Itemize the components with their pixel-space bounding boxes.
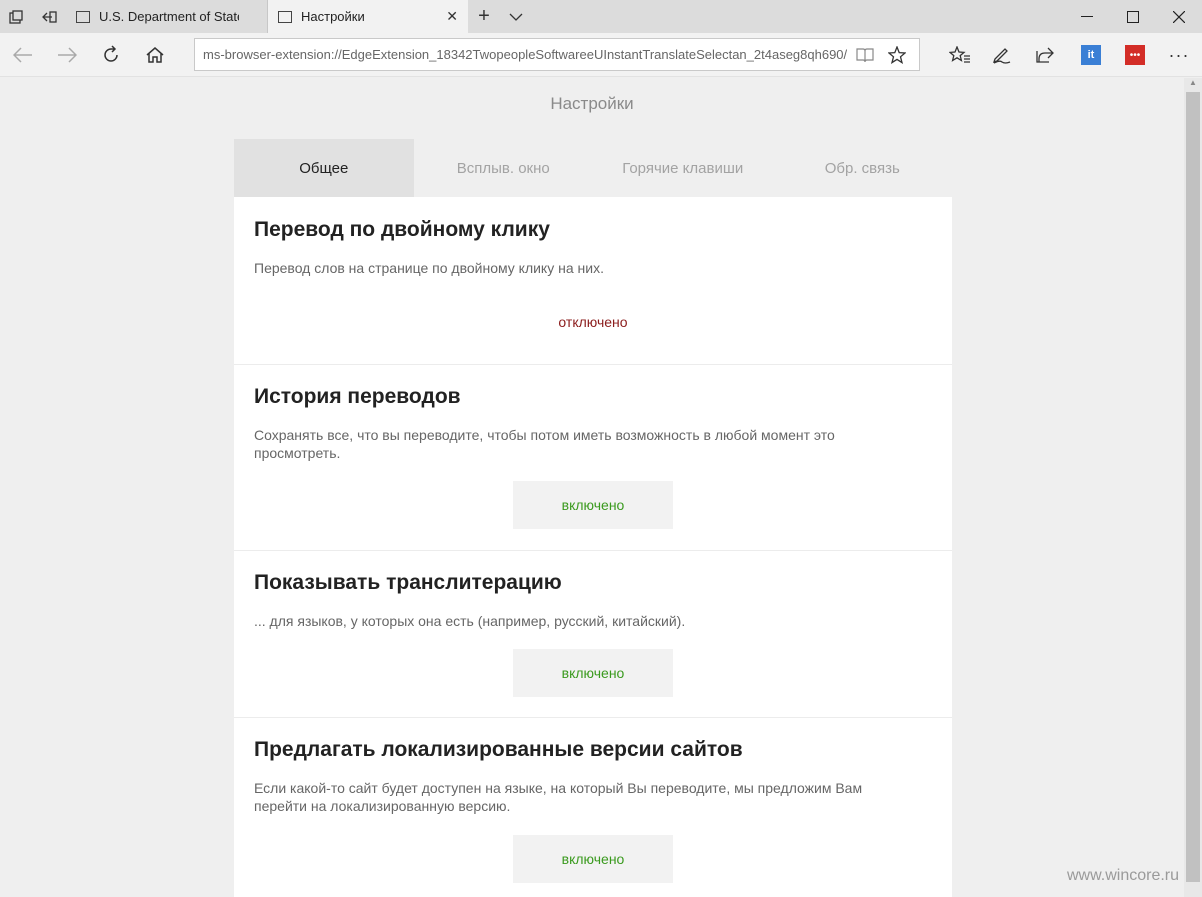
- setting-translation-history: История переводов Сохранять все, что вы …: [234, 365, 952, 551]
- more-ellipsis-icon[interactable]: ···: [1162, 38, 1196, 72]
- web-notes-pen-icon[interactable]: [985, 38, 1019, 72]
- forward-arrow-icon[interactable]: [50, 38, 84, 72]
- home-icon[interactable]: [138, 38, 172, 72]
- new-tab-icon[interactable]: +: [468, 0, 500, 33]
- tab-manager-icon[interactable]: [0, 0, 32, 33]
- setting-description: Если какой-то сайт будет доступен на язы…: [254, 780, 863, 814]
- share-icon[interactable]: [1028, 38, 1062, 72]
- browser-tab-state-department[interactable]: U.S. Department of State | H: [66, 0, 268, 33]
- tab-popup[interactable]: Всплыв. окно: [414, 139, 594, 197]
- watermark: www.wincore.ru: [1067, 867, 1180, 884]
- maximize-button[interactable]: [1110, 0, 1156, 33]
- tab-preview-chevron-icon[interactable]: [500, 0, 532, 33]
- lastpass-extension-icon[interactable]: •••: [1118, 38, 1152, 72]
- minimize-button[interactable]: [1064, 0, 1110, 33]
- back-arrow-icon[interactable]: [6, 38, 40, 72]
- scrollbar-thumb[interactable]: [1186, 92, 1200, 882]
- settings-panel: Перевод по двойному клику Перевод слов н…: [234, 197, 952, 897]
- set-aside-tabs-icon[interactable]: [33, 0, 65, 33]
- settings-tabs: Общее Всплыв. окно Горячие клавиши Обр. …: [234, 139, 952, 197]
- page-icon: [76, 10, 90, 23]
- double-click-toggle[interactable]: отключено: [513, 298, 673, 346]
- reading-view-icon[interactable]: [852, 43, 878, 67]
- address-url: ms-browser-extension://EdgeExtension_183…: [203, 47, 847, 62]
- refresh-icon[interactable]: [94, 38, 128, 72]
- browser-tab-settings[interactable]: Настройки ✕: [268, 0, 468, 33]
- tab-general[interactable]: Общее: [234, 139, 414, 197]
- star-icon[interactable]: [884, 43, 910, 67]
- setting-description: Перевод слов на странице по двойному кли…: [254, 260, 604, 276]
- browser-tab-label: Настройки: [301, 9, 365, 24]
- page-viewport: Настройки Общее Всплыв. окно Горячие кла…: [0, 78, 1184, 897]
- close-tab-icon[interactable]: ✕: [446, 8, 458, 25]
- setting-title: Предлагать локализированные версии сайто…: [254, 738, 743, 761]
- vertical-scrollbar[interactable]: ▲: [1184, 78, 1202, 897]
- setting-title: Перевод по двойному клику: [254, 218, 550, 241]
- history-toggle[interactable]: включено: [513, 481, 673, 529]
- scroll-up-icon[interactable]: ▲: [1184, 78, 1202, 90]
- favorites-hub-icon[interactable]: [943, 38, 977, 72]
- setting-localized-sites: Предлагать локализированные версии сайто…: [234, 718, 952, 897]
- address-bar[interactable]: ms-browser-extension://EdgeExtension_183…: [194, 38, 920, 71]
- localized-sites-toggle[interactable]: включено: [513, 835, 673, 883]
- setting-transliteration: Показывать транслитерацию ... для языков…: [234, 551, 952, 718]
- close-window-button[interactable]: [1156, 0, 1202, 33]
- title-bar: U.S. Department of State | H Настройки ✕…: [0, 0, 1202, 33]
- setting-double-click: Перевод по двойному клику Перевод слов н…: [234, 197, 952, 365]
- browser-tab-label: U.S. Department of State | H: [99, 9, 239, 24]
- navigation-bar: ms-browser-extension://EdgeExtension_183…: [0, 33, 1202, 77]
- setting-description: ... для языков, у которых она есть (напр…: [254, 613, 686, 629]
- extension-badge: •••: [1125, 45, 1145, 65]
- setting-title: Показывать транслитерацию: [254, 571, 562, 594]
- extension-badge: it: [1081, 45, 1101, 65]
- page-title: Настройки: [550, 94, 634, 113]
- setting-description: Сохранять все, что вы переводите, чтобы …: [254, 427, 835, 461]
- instant-translate-extension-icon[interactable]: it: [1074, 38, 1108, 72]
- setting-title: История переводов: [254, 385, 461, 408]
- page-icon: [278, 10, 292, 23]
- tab-hotkeys[interactable]: Горячие клавиши: [593, 139, 773, 197]
- tab-feedback[interactable]: Обр. связь: [773, 139, 953, 197]
- transliteration-toggle[interactable]: включено: [513, 649, 673, 697]
